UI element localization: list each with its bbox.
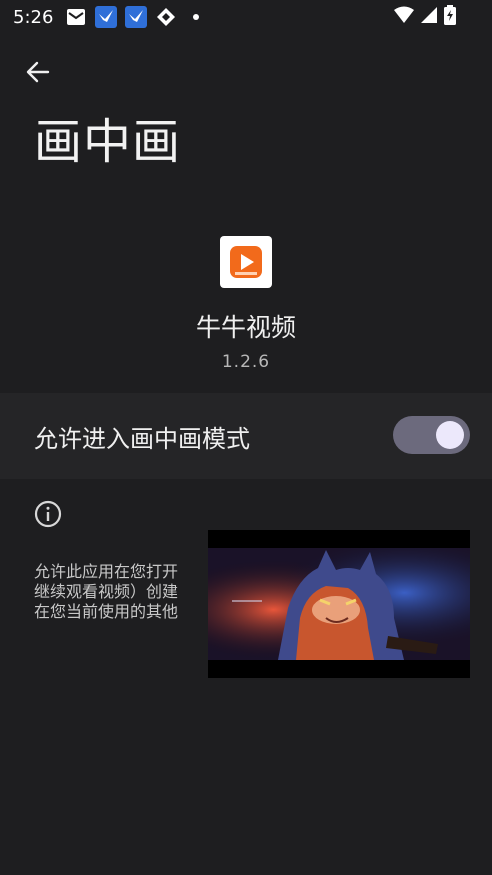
- status-time: 5:26: [13, 6, 54, 28]
- app-version: 1.2.6: [221, 352, 271, 372]
- wifi-icon: [394, 6, 414, 28]
- video-frame: [208, 548, 470, 660]
- diamond-app-icon: [155, 6, 177, 28]
- back-button[interactable]: [22, 56, 54, 88]
- app-icon: [220, 236, 272, 288]
- arrow-left-icon: [26, 61, 50, 83]
- bird-app-icon: [95, 6, 118, 28]
- app-header: 牛牛视频 1.2.6: [0, 236, 492, 372]
- toggle-knob: [436, 421, 464, 449]
- pip-setting-label: 允许进入画中画模式: [34, 425, 250, 453]
- dot-icon: [185, 6, 207, 28]
- status-bar: 5:26: [0, 0, 492, 34]
- bird-app-icon: [125, 6, 148, 28]
- page-title: 画中画: [34, 114, 182, 170]
- battery-charging-icon: [444, 5, 456, 29]
- pip-video-window[interactable]: [208, 530, 470, 678]
- signal-icon: [420, 6, 438, 28]
- info-icon: [34, 500, 62, 528]
- mail-icon: [65, 6, 87, 28]
- app-name: 牛牛视频: [195, 313, 296, 342]
- pip-toggle-switch[interactable]: [393, 416, 470, 454]
